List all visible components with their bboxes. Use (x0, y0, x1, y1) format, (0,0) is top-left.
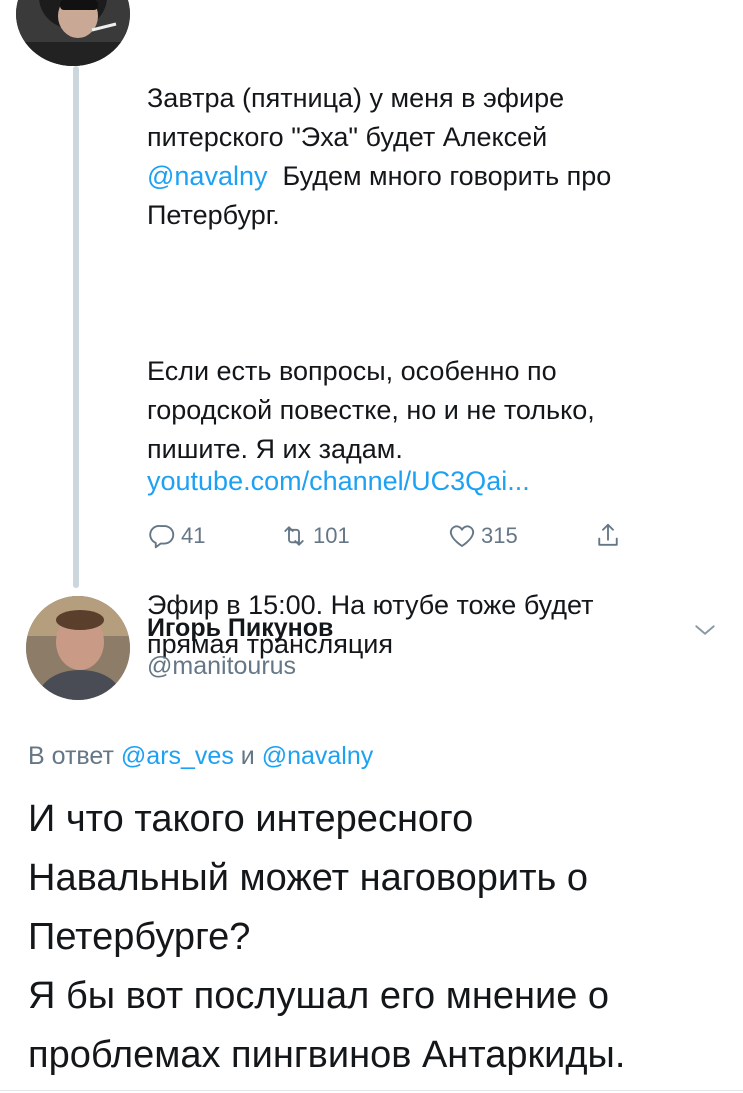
avatar[interactable] (26, 596, 130, 700)
reply-context: В ответ @ars_ves и @navalny (28, 738, 373, 774)
tweet-paragraph: Завтра (пятница) у меня в эфире питерско… (147, 79, 707, 235)
tweet-actions: 41 101 315 (147, 516, 667, 556)
reply-button[interactable]: 41 (147, 516, 205, 556)
mention-link[interactable]: @ars_ves (121, 742, 234, 770)
avatar-image (16, 0, 130, 66)
tweet-paragraph: Если есть вопросы, особенно по городской… (147, 356, 595, 464)
avatar-image (26, 596, 130, 700)
share-icon (598, 523, 618, 546)
user-name[interactable]: Игорь Пикунов (147, 612, 333, 644)
user-handle[interactable]: @manitourus (147, 650, 296, 682)
heart-icon (449, 525, 475, 547)
avatar[interactable] (16, 0, 130, 66)
like-count: 315 (481, 523, 518, 548)
like-button[interactable]: 315 (447, 516, 518, 556)
reply-count: 41 (181, 523, 206, 548)
retweet-button[interactable]: 101 (279, 516, 350, 556)
reply-conjunction: и (233, 742, 262, 770)
share-button[interactable] (593, 516, 627, 556)
youtube-link[interactable]: youtube.com/channel/UC3Qai... (147, 462, 530, 501)
thread-line (73, 66, 79, 588)
reply-icon (149, 525, 175, 549)
reply-prefix: В ответ (28, 742, 121, 770)
mention-link[interactable]: @navalny (262, 742, 374, 770)
mention-link[interactable]: @navalny (147, 161, 267, 191)
divider (0, 1090, 743, 1091)
tweet-text-part: Завтра (пятница) у меня в эфире питерско… (147, 83, 565, 152)
chevron-down-icon[interactable] (690, 615, 720, 645)
tweet-text: И что такого интересного Навальный может… (28, 798, 626, 1076)
tweet-text: Завтра (пятница) у меня в эфире питерско… (147, 1, 707, 703)
retweet-count: 101 (313, 523, 350, 548)
retweet-icon (284, 526, 304, 546)
